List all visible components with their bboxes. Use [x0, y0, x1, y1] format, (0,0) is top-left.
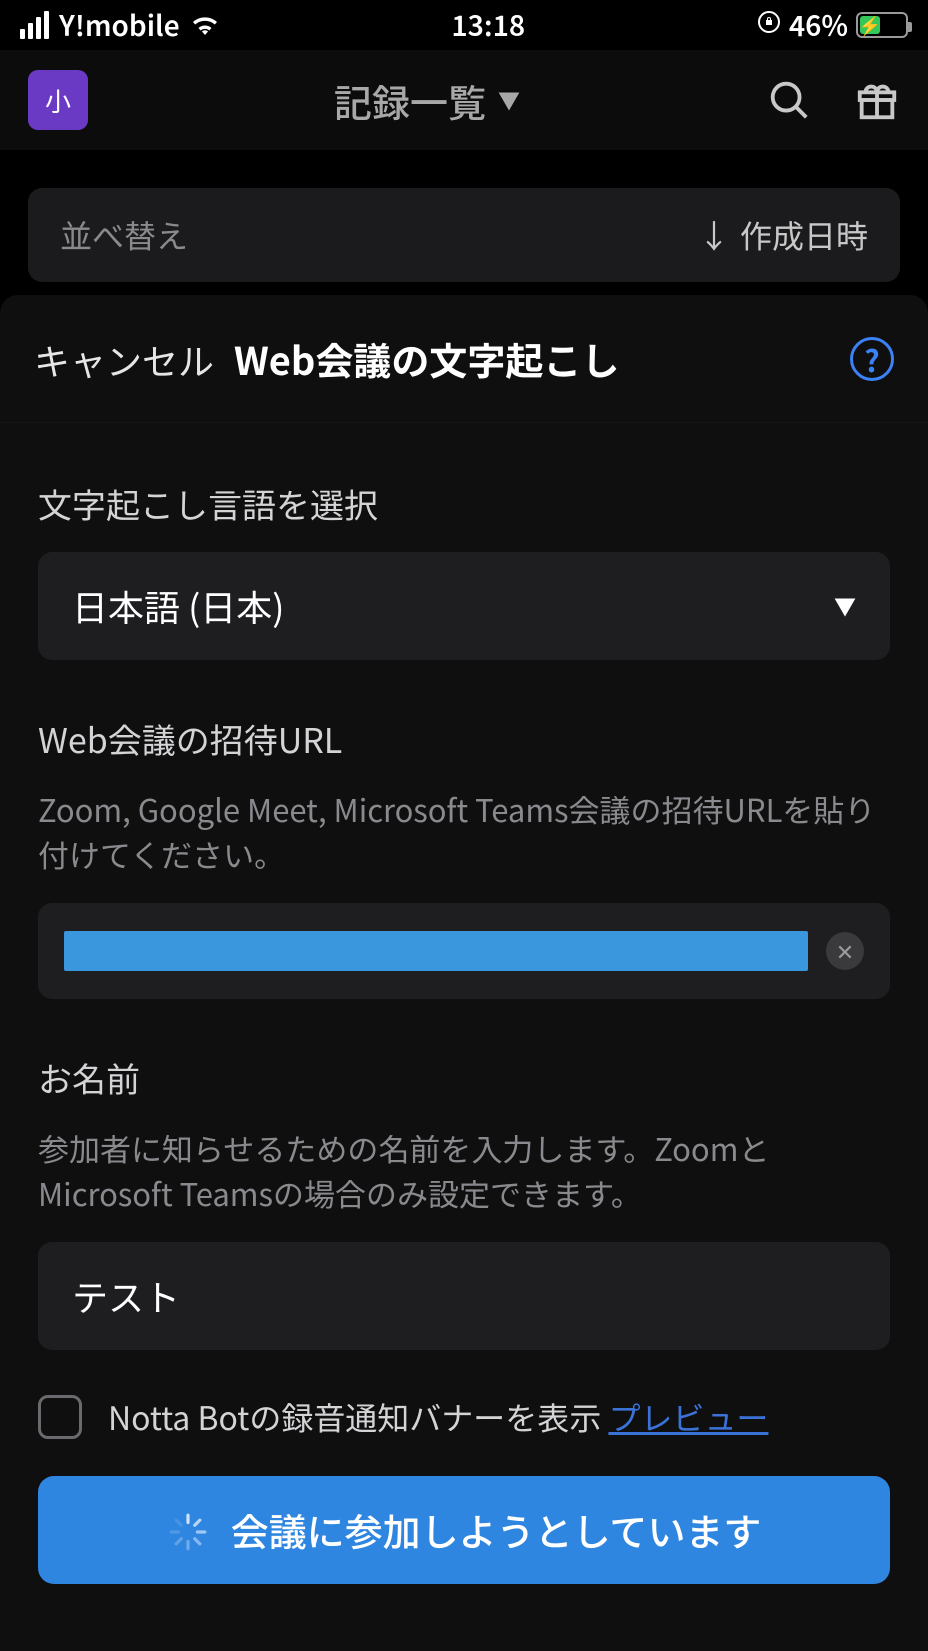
page-title: 記録一覧	[334, 73, 486, 128]
help-button[interactable]: ?	[850, 337, 894, 381]
section-url: Web会議の招待URL Zoom, Google Meet, Microsoft…	[0, 670, 928, 1009]
join-button-label: 会議に参加しようとしています	[231, 1502, 762, 1557]
clear-url-button[interactable]: ✕	[826, 932, 864, 970]
wifi-icon	[190, 5, 220, 45]
url-label: Web会議の招待URL	[38, 714, 890, 763]
url-input[interactable]	[64, 931, 808, 971]
avatar[interactable]: 小	[28, 70, 88, 130]
search-button[interactable]	[766, 77, 812, 123]
banner-checkbox[interactable]	[38, 1395, 82, 1439]
spinner-icon	[167, 1509, 209, 1551]
avatar-letter: 小	[45, 82, 71, 119]
name-input[interactable]: テスト	[38, 1242, 890, 1350]
name-value: テスト	[72, 1270, 180, 1322]
status-bar: Y!mobile 13:18 46% ⚡	[0, 0, 928, 50]
sort-value: 作成日時	[740, 212, 868, 258]
signal-icon	[20, 11, 49, 39]
name-subtext: 参加者に知らせるための名前を入力します。ZoomとMicrosoft Teams…	[38, 1126, 890, 1216]
cancel-button[interactable]: キャンセル	[34, 334, 214, 386]
language-label: 文字起こし言語を選択	[38, 479, 890, 528]
gift-icon	[854, 77, 900, 123]
name-label: お名前	[38, 1053, 890, 1102]
close-icon: ✕	[836, 935, 854, 967]
search-icon	[766, 77, 812, 123]
banner-label: Notta Botの録音通知バナーを表示	[108, 1394, 608, 1440]
url-subtext: Zoom, Google Meet, Microsoft Teams会議の招待U…	[38, 787, 890, 877]
carrier-label: Y!mobile	[59, 5, 180, 45]
sort-value-wrap[interactable]: ↓ 作成日時	[698, 212, 868, 258]
language-value: 日本語 (日本)	[72, 580, 284, 632]
battery-icon: ⚡	[856, 12, 908, 38]
modal-header: キャンセル Web会議の文字起こし ?	[0, 295, 928, 423]
banner-label-wrap: Notta Botの録音通知バナーを表示 プレビュー	[108, 1394, 768, 1440]
app-header: 小 記録一覧 ▼	[0, 50, 928, 150]
section-language: 文字起こし言語を選択 日本語 (日本) ▼	[0, 423, 928, 670]
join-meeting-button[interactable]: 会議に参加しようとしています	[38, 1476, 890, 1584]
gift-button[interactable]	[854, 77, 900, 123]
preview-link[interactable]: プレビュー	[608, 1394, 768, 1440]
header-title-dropdown[interactable]: 記録一覧 ▼	[334, 73, 520, 128]
battery-percent: 46%	[789, 5, 848, 45]
language-select[interactable]: 日本語 (日本) ▼	[38, 552, 890, 660]
section-name: お名前 参加者に知らせるための名前を入力します。ZoomとMicrosoft T…	[0, 1009, 928, 1360]
modal-title: Web会議の文字起こし	[234, 331, 619, 386]
help-icon: ?	[864, 337, 879, 381]
sort-bar[interactable]: 並べ替え ↓ 作成日時	[28, 188, 900, 282]
sort-label: 並べ替え	[60, 212, 188, 258]
sort-arrow-icon: ↓	[698, 212, 730, 258]
url-input-wrap: ✕	[38, 903, 890, 999]
banner-checkbox-row: Notta Botの録音通知バナーを表示 プレビュー	[0, 1360, 928, 1450]
modal-sheet: キャンセル Web会議の文字起こし ? 文字起こし言語を選択 日本語 (日本) …	[0, 295, 928, 1651]
chevron-down-icon: ▼	[834, 590, 856, 622]
clock: 13:18	[451, 5, 525, 45]
chevron-down-icon: ▼	[498, 84, 520, 116]
orientation-lock-icon	[757, 9, 781, 41]
status-right: 46% ⚡	[757, 5, 908, 45]
status-left: Y!mobile	[20, 5, 220, 45]
